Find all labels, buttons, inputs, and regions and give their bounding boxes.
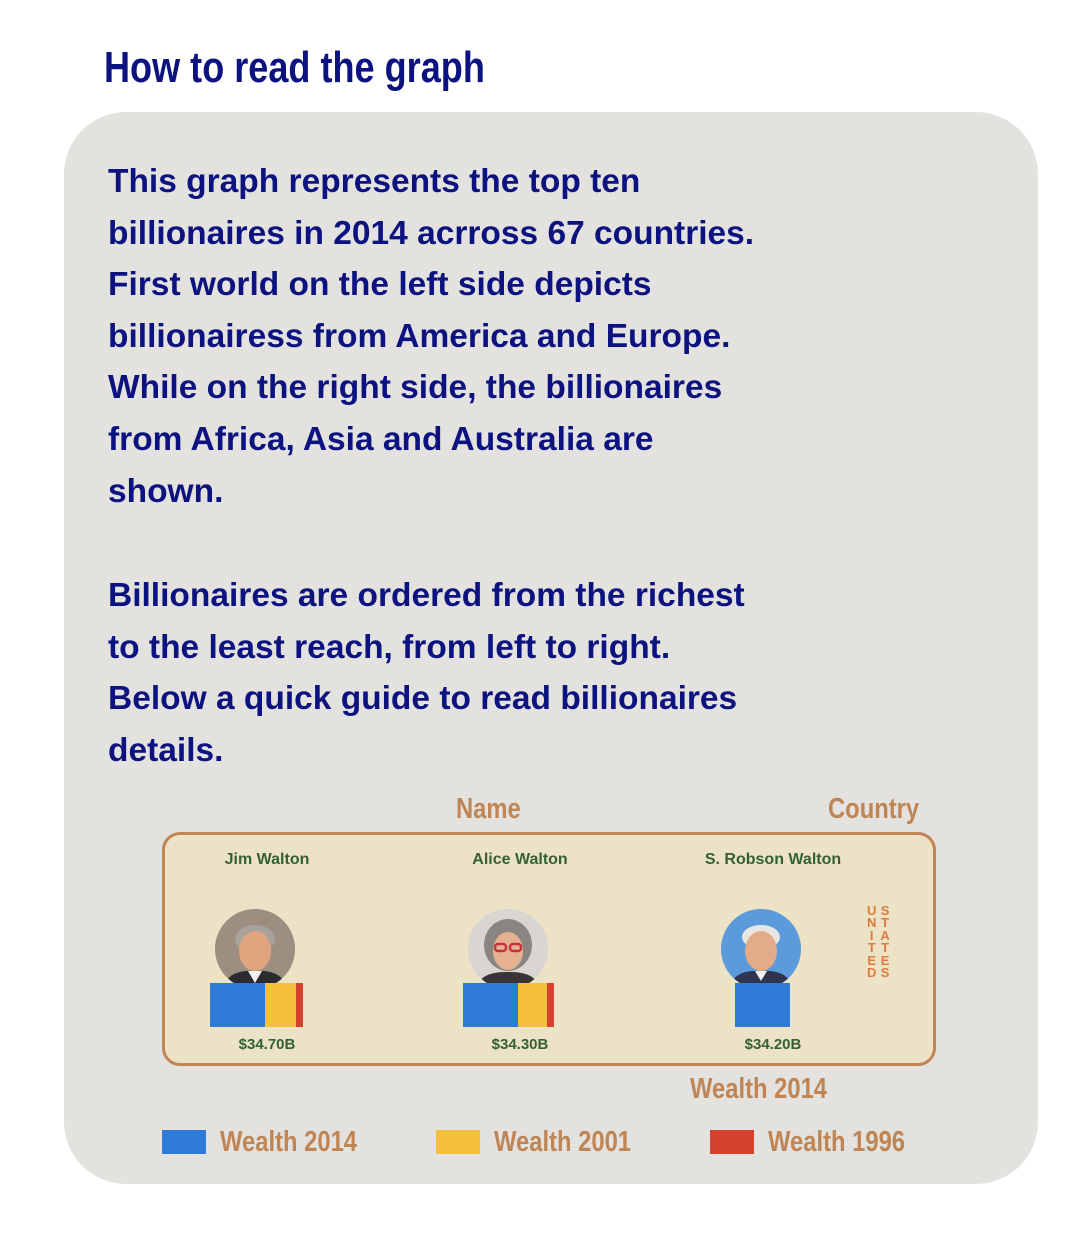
- page-heading: How to read the graph: [104, 43, 485, 92]
- annotation-country: Country: [828, 793, 920, 825]
- wealth-2014-segment: [735, 983, 790, 1027]
- annotation-wealth: Wealth 2014: [690, 1073, 828, 1105]
- legend-label: Wealth 2014: [220, 1126, 358, 1158]
- wealth-2014-segment: [210, 983, 265, 1027]
- portrait-photo: [215, 909, 295, 989]
- country-letter: S: [880, 965, 890, 981]
- billionaire-name: S. Robson Walton: [704, 851, 842, 868]
- wealth-2001-segment: [518, 983, 547, 1027]
- country-word-united: U N I T E D: [867, 904, 877, 981]
- wealth-2001-segment: [265, 983, 296, 1027]
- legend-label: Wealth 1996: [768, 1126, 906, 1158]
- annotation-name: Name: [456, 793, 521, 825]
- billionaire-name: Alice Walton: [472, 851, 568, 868]
- billionaire-card-3: S. Robson Walton $34.20B: [673, 835, 873, 1063]
- country-letter: D: [867, 965, 877, 981]
- description-paragraph-2: Billionaires are ordered from the riches…: [108, 577, 745, 769]
- portrait-photo: [468, 909, 548, 989]
- wealth-1996-segment: [547, 983, 554, 1027]
- billionaire-wealth: $34.30B: [491, 1036, 549, 1053]
- legend-swatch: [710, 1130, 754, 1154]
- description-paragraph-1: This graph represents the top ten billio…: [108, 163, 755, 510]
- example-country-card: Jim Walton $34.70B Alice Walton $34.30B …: [162, 832, 936, 1066]
- billionaire-name: Jim Walton: [224, 851, 310, 868]
- legend-swatch: [436, 1130, 480, 1154]
- wealth-bar: [210, 983, 303, 1027]
- legend-label: Wealth 2001: [494, 1126, 632, 1158]
- billionaire-wealth: $34.70B: [238, 1036, 296, 1053]
- legend-swatch: [162, 1130, 206, 1154]
- billionaire-card-1: Jim Walton $34.70B: [167, 835, 367, 1063]
- billionaire-wealth: $34.20B: [744, 1036, 802, 1053]
- legend: Wealth 2014 Wealth 2001 Wealth 1996: [0, 1118, 1088, 1168]
- wealth-bar: [735, 983, 790, 1027]
- wealth-bar: [463, 983, 554, 1027]
- country-word-states: S T A T E S: [880, 904, 890, 981]
- country-label-united-states: U N I T E D S T A T E S: [867, 904, 890, 981]
- portrait-photo: [721, 909, 801, 989]
- wealth-2014-segment: [463, 983, 518, 1027]
- billionaire-card-2: Alice Walton $34.30B: [420, 835, 620, 1063]
- wealth-1996-segment: [296, 983, 303, 1027]
